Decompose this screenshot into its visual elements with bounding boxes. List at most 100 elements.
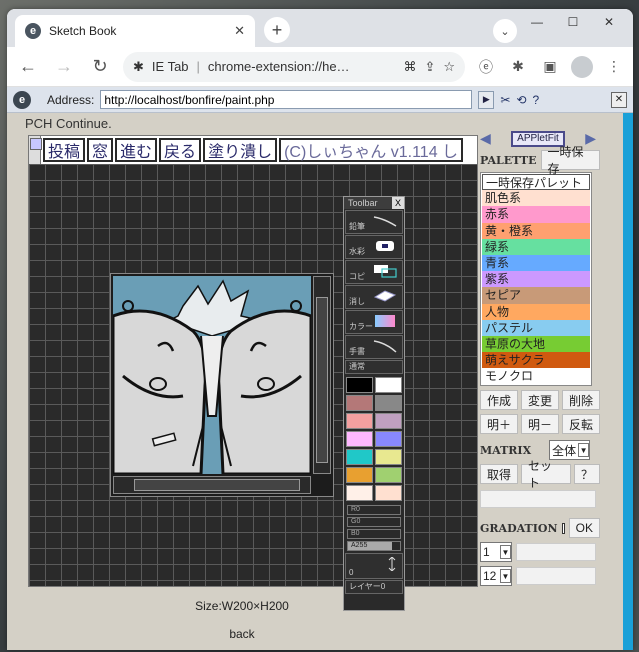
palette-item[interactable]: パステル [482,319,590,336]
matrix-select-value: 全体 [552,443,577,458]
color-swatch[interactable] [375,377,402,393]
tool-watercolor[interactable]: 水彩 [345,235,403,259]
undo-button[interactable]: 戻る [159,138,202,162]
palette-item[interactable]: 紫系 [482,271,590,288]
page-scrollbar[interactable] [623,113,633,650]
color-swatch[interactable] [346,449,373,465]
get-button[interactable]: 取得 [480,464,518,485]
translate-icon[interactable]: ⌘ [403,59,416,75]
color-swatch[interactable] [346,395,373,411]
vertical-scroll-thumb[interactable] [316,297,328,463]
gradation-select-1[interactable]: 1 ▼ [480,542,512,563]
invert-button[interactable]: 反転 [562,414,600,435]
tool-mode-normal[interactable]: 通常 [345,360,403,374]
palette-item[interactable]: 一時保存パレット [482,174,590,191]
ok-button[interactable]: OK [568,518,600,539]
color-swatch[interactable] [346,467,373,483]
horizontal-scroll-thumb[interactable] [134,479,300,491]
maximize-icon[interactable]: ☐ [555,9,591,35]
size-slider[interactable]: 0 [345,553,403,579]
address-input[interactable] [100,90,473,109]
toolbar-close-icon[interactable]: X [392,197,404,209]
slider-r[interactable]: R0 [347,505,401,515]
set-button[interactable]: セット [521,459,571,490]
canvas-horizontal-scrollbar[interactable] [113,476,311,494]
reload-icon[interactable]: ↻ [87,56,113,77]
tool-pencil[interactable]: 鉛筆 [345,210,403,234]
paint-applet[interactable]: 投稿 窓 進む 戻る 塗り潰し (C)しぃちゃん v1.114 し Toolba… [28,135,478,611]
ietab-close-icon[interactable]: ✕ [611,91,627,108]
tool-color[interactable]: カラー [345,310,403,334]
color-swatch[interactable] [375,467,402,483]
color-swatch[interactable] [346,377,373,393]
slider-alpha[interactable]: A255 [347,541,401,551]
canvas-vertical-scrollbar[interactable] [313,276,331,474]
palette-list[interactable]: 一時保存パレット 肌色系 赤系 黄・橙系 緑系 青系 紫系 セピア 人物 パステル 草原の大地 萌えサ… [480,172,592,387]
change-button[interactable]: 変更 [521,390,559,411]
palette-item[interactable]: 肌色系 [482,190,590,207]
ietab-extension-icon[interactable]: ⓔ [475,56,497,78]
back-arrow-icon[interactable]: ← [15,56,41,77]
color-swatch[interactable] [375,431,402,447]
color-swatch[interactable] [346,485,373,501]
tool-handwriting[interactable]: 手書 [345,335,403,359]
slider-b[interactable]: B0 [347,529,401,539]
drawing-canvas[interactable] [113,276,311,474]
window-close-icon[interactable]: ✕ [591,9,627,35]
window-button[interactable]: 窓 [87,138,114,162]
new-tab-button[interactable]: + [264,17,290,43]
tool-eraser[interactable]: 消し [345,285,403,309]
brightness-minus-button[interactable]: 明－ [521,414,559,435]
palette-item[interactable]: セピア [482,287,590,304]
help-icon[interactable]: ? [532,93,539,107]
minimize-icon[interactable]: — [519,9,555,35]
forward-arrow-icon[interactable]: → [51,56,77,77]
go-arrow-icon[interactable]: ▶ [478,90,495,109]
palette-item[interactable]: モノクロ [482,368,590,385]
color-swatch[interactable] [375,449,402,465]
tool-copy[interactable]: コピ [345,260,403,284]
redo-button[interactable]: 進む [115,138,158,162]
palette-item[interactable]: 黄・橙系 [482,222,590,239]
share-icon[interactable]: ⇪ [424,59,435,75]
side-panel-icon[interactable]: ▣ [539,56,561,78]
layer-selector[interactable]: レイヤー0 [345,580,403,594]
tab-search-icon[interactable]: ⌄ [493,19,517,43]
palette-item[interactable]: 萌えサクラ [482,352,590,369]
tab-sketch-book[interactable]: e Sketch Book ✕ [15,15,255,47]
tab-close-icon[interactable]: ✕ [234,23,245,39]
color-swatch[interactable] [346,413,373,429]
delete-button[interactable]: 削除 [562,390,600,411]
profile-avatar[interactable] [571,55,593,78]
tools-icon[interactable]: ✂ [500,93,510,107]
palette-item[interactable]: 人物 [482,303,590,320]
color-swatch[interactable] [375,395,402,411]
palette-item[interactable]: 草原の大地 [482,335,590,353]
slider-g[interactable]: G0 [347,517,401,527]
palette-item[interactable]: 青系 [482,254,590,272]
post-button[interactable]: 投稿 [43,138,86,162]
watercolor-icon [376,241,394,251]
fill-button[interactable]: 塗り潰し [203,138,278,162]
help-button[interactable]: ？ [573,464,600,485]
back-link[interactable]: back [7,627,477,641]
gradation-checkbox[interactable] [561,522,565,534]
gradation-select-2[interactable]: 12 ▼ [480,566,512,587]
left-arrow-icon[interactable]: ◀ [480,130,491,147]
color-swatch[interactable] [375,485,402,501]
bookmark-star-icon[interactable]: ☆ [443,59,455,75]
applet-workspace[interactable]: Toolbar X 鉛筆 水彩 コピ 消し カラー 手書 通常 R0 G0 B0… [29,164,477,611]
tab-strip: e Sketch Book ✕ + ⌄ — ☐ ✕ [7,9,633,47]
color-swatch[interactable] [346,431,373,447]
palette-item[interactable]: 緑系 [482,238,590,255]
create-button[interactable]: 作成 [480,390,518,411]
omnibox[interactable]: ✱ IE Tab | chrome-extension://he… ⌘ ⇪ ☆ [123,51,465,82]
menubar-handle[interactable] [29,136,42,164]
palette-item[interactable]: 赤系 [482,206,590,223]
temp-save-button[interactable]: 一時保存 [540,145,600,176]
sync-icon[interactable]: ⟲ [516,93,526,107]
extensions-puzzle-icon[interactable]: ✱ [507,56,529,78]
color-swatch[interactable] [375,413,402,429]
brightness-plus-button[interactable]: 明＋ [480,414,518,435]
kebab-menu-icon[interactable]: ⋮ [603,56,625,78]
